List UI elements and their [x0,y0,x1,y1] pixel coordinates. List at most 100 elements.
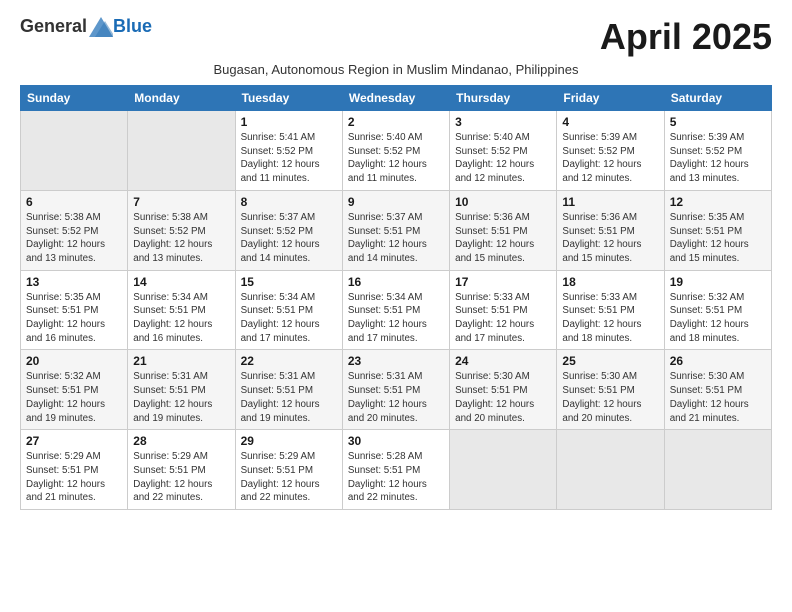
day-info: Sunrise: 5:32 AM Sunset: 5:51 PM Dayligh… [670,291,766,346]
column-header-saturday: Saturday [664,86,771,111]
calendar-cell: 24 Sunrise: 5:30 AM Sunset: 5:51 PM Dayli… [450,350,557,430]
logo-icon [89,17,113,37]
day-number: 14 [133,275,229,289]
calendar-week-row: 13 Sunrise: 5:35 AM Sunset: 5:51 PM Dayli… [21,270,772,350]
day-number: 30 [348,434,444,448]
day-number: 4 [562,115,658,129]
column-header-friday: Friday [557,86,664,111]
day-number: 18 [562,275,658,289]
day-number: 22 [241,354,337,368]
day-info: Sunrise: 5:34 AM Sunset: 5:51 PM Dayligh… [348,291,444,346]
calendar-cell [450,430,557,510]
day-number: 3 [455,115,551,129]
calendar-cell: 22 Sunrise: 5:31 AM Sunset: 5:51 PM Dayli… [235,350,342,430]
day-info: Sunrise: 5:37 AM Sunset: 5:51 PM Dayligh… [348,211,444,266]
calendar-week-row: 1 Sunrise: 5:41 AM Sunset: 5:52 PM Daylig… [21,111,772,191]
calendar-cell: 3 Sunrise: 5:40 AM Sunset: 5:52 PM Daylig… [450,111,557,191]
header: General Blue April 2025 [20,16,772,58]
calendar-cell: 25 Sunrise: 5:30 AM Sunset: 5:51 PM Dayli… [557,350,664,430]
day-number: 7 [133,195,229,209]
day-info: Sunrise: 5:38 AM Sunset: 5:52 PM Dayligh… [26,211,122,266]
day-info: Sunrise: 5:40 AM Sunset: 5:52 PM Dayligh… [455,131,551,186]
day-info: Sunrise: 5:30 AM Sunset: 5:51 PM Dayligh… [562,370,658,425]
calendar-cell: 27 Sunrise: 5:29 AM Sunset: 5:51 PM Dayli… [21,430,128,510]
column-header-tuesday: Tuesday [235,86,342,111]
day-number: 19 [670,275,766,289]
day-info: Sunrise: 5:41 AM Sunset: 5:52 PM Dayligh… [241,131,337,186]
calendar-cell: 2Sunrise: 5:40 AM Sunset: 5:52 PM Daylig… [342,111,449,191]
calendar-cell: 19 Sunrise: 5:32 AM Sunset: 5:51 PM Dayli… [664,270,771,350]
day-number: 2 [348,115,444,129]
day-info: Sunrise: 5:28 AM Sunset: 5:51 PM Dayligh… [348,450,444,505]
calendar-cell: 4 Sunrise: 5:39 AM Sunset: 5:52 PM Daylig… [557,111,664,191]
calendar-cell: 10Sunrise: 5:36 AM Sunset: 5:51 PM Dayli… [450,190,557,270]
day-number: 13 [26,275,122,289]
calendar-cell: 16 Sunrise: 5:34 AM Sunset: 5:51 PM Dayli… [342,270,449,350]
calendar-cell: 23Sunrise: 5:31 AM Sunset: 5:51 PM Dayli… [342,350,449,430]
day-info: Sunrise: 5:33 AM Sunset: 5:51 PM Dayligh… [455,291,551,346]
calendar-cell: 7Sunrise: 5:38 AM Sunset: 5:52 PM Daylig… [128,190,235,270]
calendar-table: SundayMondayTuesdayWednesdayThursdayFrid… [20,85,772,510]
calendar-cell: 26 Sunrise: 5:30 AM Sunset: 5:51 PM Dayli… [664,350,771,430]
day-number: 1 [241,115,337,129]
day-info: Sunrise: 5:29 AM Sunset: 5:51 PM Dayligh… [241,450,337,505]
day-info: Sunrise: 5:33 AM Sunset: 5:51 PM Dayligh… [562,291,658,346]
calendar-week-row: 6 Sunrise: 5:38 AM Sunset: 5:52 PM Daylig… [21,190,772,270]
month-title: April 2025 [600,16,772,58]
day-info: Sunrise: 5:32 AM Sunset: 5:51 PM Dayligh… [26,370,122,425]
calendar-cell [128,111,235,191]
day-info: Sunrise: 5:34 AM Sunset: 5:51 PM Dayligh… [133,291,229,346]
day-info: Sunrise: 5:35 AM Sunset: 5:51 PM Dayligh… [26,291,122,346]
calendar-cell: 28Sunrise: 5:29 AM Sunset: 5:51 PM Dayli… [128,430,235,510]
day-number: 27 [26,434,122,448]
day-info: Sunrise: 5:39 AM Sunset: 5:52 PM Dayligh… [562,131,658,186]
calendar-cell: 17 Sunrise: 5:33 AM Sunset: 5:51 PM Dayli… [450,270,557,350]
calendar-cell: 9Sunrise: 5:37 AM Sunset: 5:51 PM Daylig… [342,190,449,270]
day-number: 15 [241,275,337,289]
day-number: 16 [348,275,444,289]
calendar-week-row: 20 Sunrise: 5:32 AM Sunset: 5:51 PM Dayli… [21,350,772,430]
day-number: 12 [670,195,766,209]
calendar-cell: 29 Sunrise: 5:29 AM Sunset: 5:51 PM Dayli… [235,430,342,510]
column-header-wednesday: Wednesday [342,86,449,111]
column-header-sunday: Sunday [21,86,128,111]
calendar-header-row: SundayMondayTuesdayWednesdayThursdayFrid… [21,86,772,111]
day-info: Sunrise: 5:30 AM Sunset: 5:51 PM Dayligh… [670,370,766,425]
column-header-thursday: Thursday [450,86,557,111]
calendar-cell: 20 Sunrise: 5:32 AM Sunset: 5:51 PM Dayli… [21,350,128,430]
calendar-cell: 6 Sunrise: 5:38 AM Sunset: 5:52 PM Daylig… [21,190,128,270]
day-info: Sunrise: 5:31 AM Sunset: 5:51 PM Dayligh… [133,370,229,425]
day-number: 21 [133,354,229,368]
day-number: 29 [241,434,337,448]
day-number: 6 [26,195,122,209]
calendar-cell: 14 Sunrise: 5:34 AM Sunset: 5:51 PM Dayli… [128,270,235,350]
day-info: Sunrise: 5:37 AM Sunset: 5:52 PM Dayligh… [241,211,337,266]
calendar-cell: 21 Sunrise: 5:31 AM Sunset: 5:51 PM Dayli… [128,350,235,430]
day-number: 25 [562,354,658,368]
day-number: 5 [670,115,766,129]
calendar-cell: 13 Sunrise: 5:35 AM Sunset: 5:51 PM Dayli… [21,270,128,350]
calendar-week-row: 27 Sunrise: 5:29 AM Sunset: 5:51 PM Dayli… [21,430,772,510]
subtitle: Bugasan, Autonomous Region in Muslim Min… [20,62,772,77]
calendar-cell: 8Sunrise: 5:37 AM Sunset: 5:52 PM Daylig… [235,190,342,270]
logo-general: General [20,16,87,37]
day-number: 24 [455,354,551,368]
day-info: Sunrise: 5:31 AM Sunset: 5:51 PM Dayligh… [348,370,444,425]
day-number: 11 [562,195,658,209]
calendar-cell [21,111,128,191]
logo: General Blue [20,16,152,37]
calendar-cell: 1 Sunrise: 5:41 AM Sunset: 5:52 PM Daylig… [235,111,342,191]
calendar-cell: 18 Sunrise: 5:33 AM Sunset: 5:51 PM Dayli… [557,270,664,350]
day-info: Sunrise: 5:31 AM Sunset: 5:51 PM Dayligh… [241,370,337,425]
calendar-cell: 12Sunrise: 5:35 AM Sunset: 5:51 PM Dayli… [664,190,771,270]
calendar-cell: 15Sunrise: 5:34 AM Sunset: 5:51 PM Dayli… [235,270,342,350]
calendar-cell [557,430,664,510]
day-number: 28 [133,434,229,448]
day-info: Sunrise: 5:29 AM Sunset: 5:51 PM Dayligh… [26,450,122,505]
calendar-cell: 5Sunrise: 5:39 AM Sunset: 5:52 PM Daylig… [664,111,771,191]
day-number: 26 [670,354,766,368]
day-number: 20 [26,354,122,368]
day-number: 17 [455,275,551,289]
day-info: Sunrise: 5:30 AM Sunset: 5:51 PM Dayligh… [455,370,551,425]
column-header-monday: Monday [128,86,235,111]
